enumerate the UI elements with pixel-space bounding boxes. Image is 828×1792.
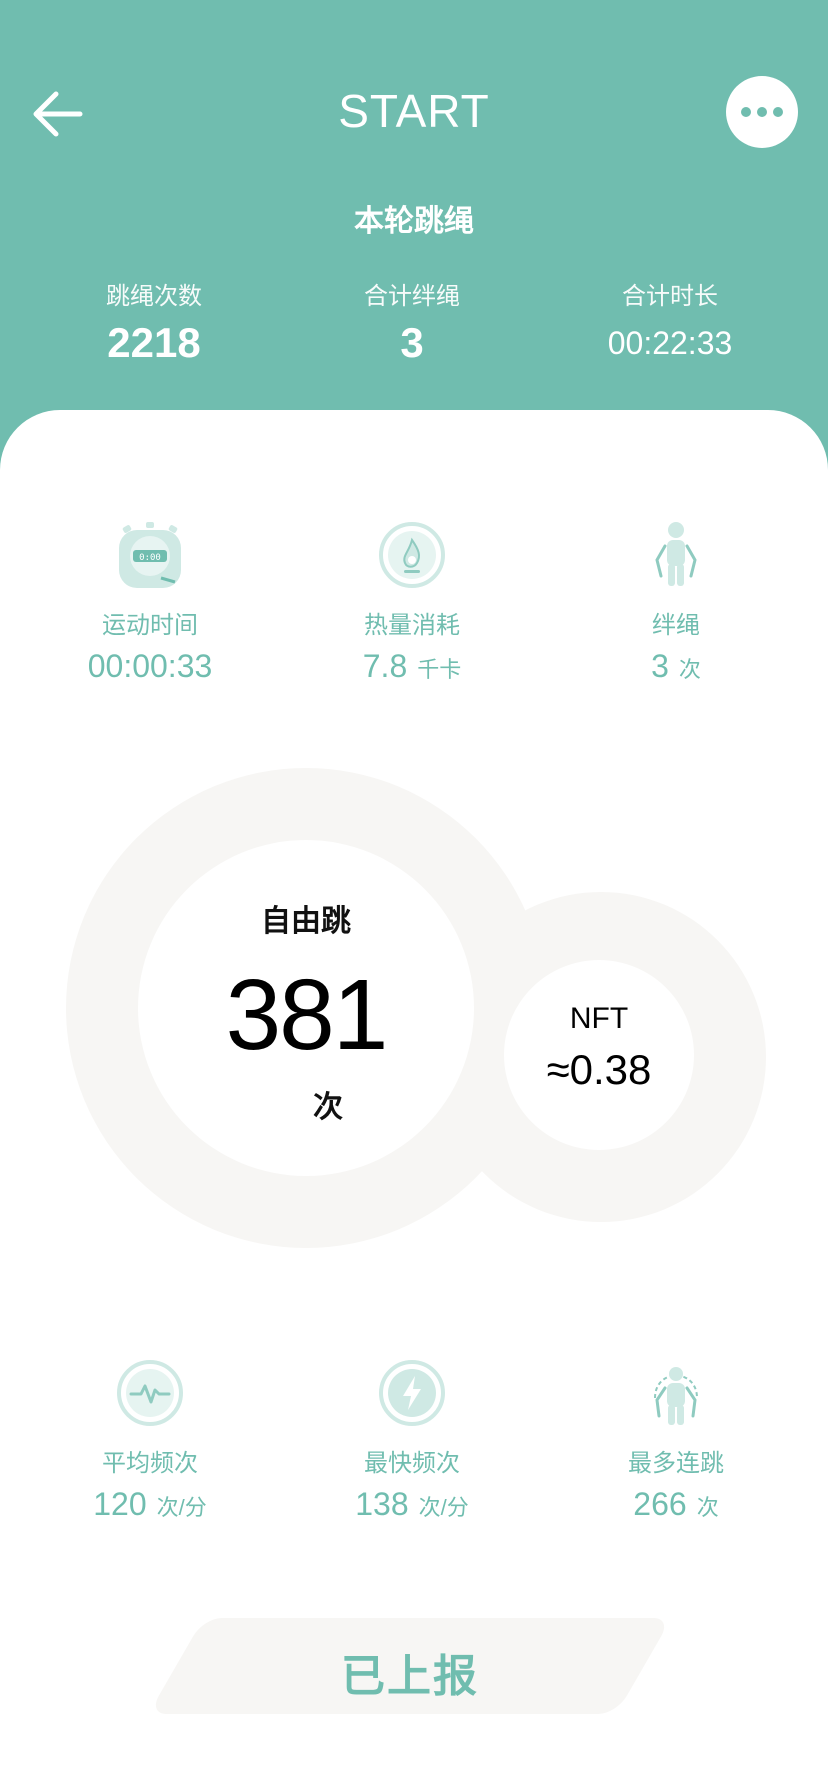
stat-avg-frequency: 平均频次 120 次/分 <box>20 1358 280 1523</box>
stat-value: 7.8 千卡 <box>282 648 542 685</box>
stat-unit: 千卡 <box>417 657 462 682</box>
stat-value: 266 次 <box>546 1486 806 1523</box>
summary-jump-count: 跳绳次数 2218 <box>24 276 284 367</box>
stat-number: 00:00:33 <box>87 648 213 684</box>
stat-unit: 次/分 <box>418 1495 469 1520</box>
reported-button-label: 已上报 <box>341 1652 479 1701</box>
flame-gauge-icon <box>379 522 445 588</box>
header: START 本轮跳绳 跳绳次数 2218 合计绊绳 3 合计时长 00:22:3… <box>0 0 828 470</box>
stat-label: 平均频次 <box>102 1450 198 1477</box>
summary-value: 2218 <box>107 319 201 366</box>
stat-unit: 次 <box>696 1495 719 1520</box>
jump-mode-label: 自由跳 <box>261 905 351 938</box>
rope-jump-icon <box>654 1367 698 1425</box>
stat-unit: 次 <box>678 657 701 682</box>
more-dot-icon <box>741 107 751 117</box>
stat-value: 120 次/分 <box>20 1486 280 1523</box>
stat-number: 7.8 <box>362 648 408 684</box>
jump-count-unit: 次 <box>313 1091 343 1124</box>
stat-label: 运动时间 <box>102 612 198 639</box>
page-title: START <box>338 85 490 137</box>
nft-label: NFT <box>569 1002 629 1035</box>
stat-value: 3次 <box>546 648 806 685</box>
stat-value: 138 次/分 <box>282 1486 542 1523</box>
stat-max-streak: 最多连跳 266 次 <box>546 1358 806 1523</box>
lightning-icon <box>379 1360 445 1426</box>
stat-label: 最快频次 <box>364 1450 460 1477</box>
nft-value: ≈0.38 <box>546 1046 652 1093</box>
more-dot-icon <box>757 107 767 117</box>
reported-button[interactable]: 已上报 <box>148 1618 672 1714</box>
summary-label: 跳绳次数 <box>106 283 202 310</box>
more-dot-icon <box>773 107 783 117</box>
summary-label: 合计时长 <box>622 283 718 310</box>
jumper-icon <box>655 522 697 586</box>
heartbeat-icon <box>117 1360 183 1426</box>
stat-exercise-time: 0:00 运动时间 00:00:33 <box>20 520 280 685</box>
stat-trips: 绊绳 3次 <box>546 520 806 685</box>
stopwatch-icon: 0:00 <box>119 522 181 588</box>
summary-label: 合计绊绳 <box>364 283 460 310</box>
stat-number: 266 <box>633 1486 687 1522</box>
stat-fastest-frequency: 最快频次 138 次/分 <box>282 1358 542 1523</box>
stat-unit: 次/分 <box>156 1495 207 1520</box>
svg-text:0:00: 0:00 <box>139 553 161 563</box>
summary-duration: 合计时长 00:22:33 <box>540 276 800 362</box>
summary-trip-count: 合计绊绳 3 <box>282 276 542 367</box>
more-button[interactable] <box>726 76 798 148</box>
summary-value: 00:22:33 <box>607 325 733 361</box>
stat-calories: 热量消耗 7.8 千卡 <box>282 520 542 685</box>
stat-number: 3 <box>651 648 669 684</box>
stat-number: 120 <box>93 1486 147 1522</box>
stat-label: 热量消耗 <box>364 612 460 639</box>
summary-value: 3 <box>400 319 424 366</box>
stat-number: 138 <box>355 1486 409 1522</box>
round-subtitle: 本轮跳绳 <box>354 205 474 238</box>
stat-label: 最多连跳 <box>628 1450 724 1477</box>
stat-value: 00:00:33 <box>20 648 280 685</box>
stat-label: 绊绳 <box>652 612 700 639</box>
jump-count: 381 <box>225 959 389 1071</box>
